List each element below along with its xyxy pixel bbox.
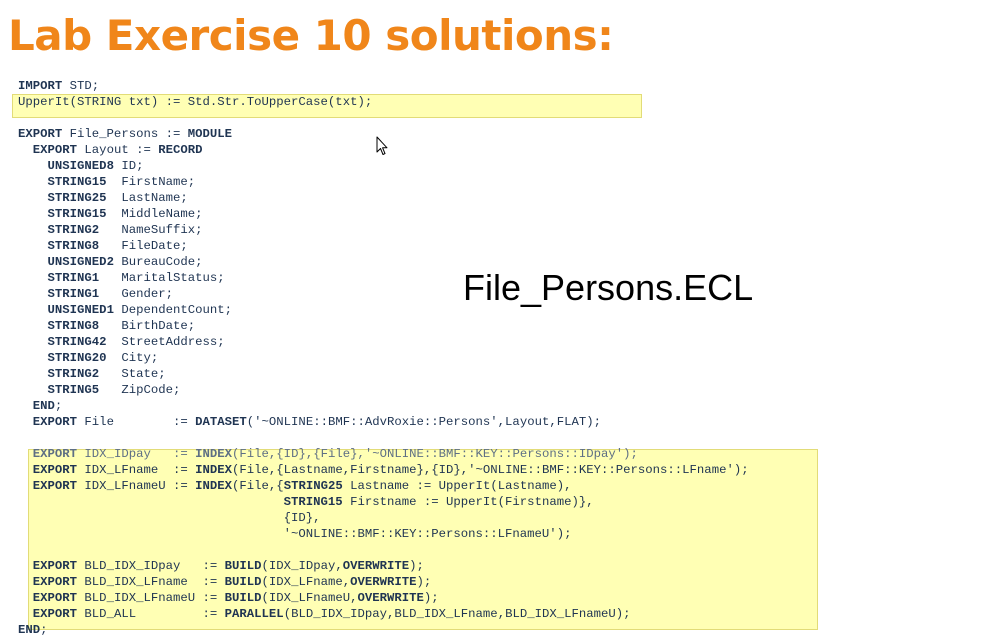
code-line: STRING15 FirstName; <box>47 175 196 189</box>
code-line: IMPORT STD; <box>18 79 100 93</box>
code-line: STRING8 BirthDate; <box>47 319 196 333</box>
slide-title: Lab Exercise 10 solutions: <box>8 11 614 60</box>
code-line: END; <box>18 623 48 637</box>
code-line: UNSIGNED8 ID; <box>47 159 144 173</box>
code-line: STRING2 State; <box>47 367 166 381</box>
code-line: STRING5 ZipCode; <box>47 383 181 397</box>
code-line: EXPORT BLD_IDX_IDpay := BUILD(IDX_IDpay,… <box>32 559 424 573</box>
mouse-pointer-icon <box>376 136 388 155</box>
code-line: EXPORT BLD_ALL := PARALLEL(BLD_IDX_IDpay… <box>32 607 631 621</box>
code-line: EXPORT BLD_IDX_LFnameU := BUILD(IDX_LFna… <box>32 591 439 605</box>
code-line: {ID}, <box>18 511 321 525</box>
code-line: EXPORT IDX_IDpay := INDEX(File,{ID},{Fil… <box>32 447 638 461</box>
code-line: '~ONLINE::BMF::KEY::Persons::LFnameU'); <box>18 527 572 541</box>
code-block: IMPORT STD; UpperIt(STRING txt) := Std.St… <box>18 78 749 638</box>
code-line: STRING2 NameSuffix; <box>47 223 203 237</box>
code-line: STRING42 StreetAddress; <box>47 335 225 349</box>
code-line: END; <box>32 399 63 413</box>
code-line: STRING15 Firstname := UpperIt(Firstname)… <box>283 495 594 509</box>
code-line: STRING25 LastName; <box>47 191 188 205</box>
code-line: EXPORT BLD_IDX_LFname := BUILD(IDX_LFnam… <box>32 575 432 589</box>
code-line: EXPORT IDX_LFnameU := INDEX(File,{STRING… <box>32 479 572 493</box>
code-line: STRING20 City; <box>47 351 159 365</box>
code-line: EXPORT File := DATASET('~ONLINE::BMF::Ad… <box>32 415 601 429</box>
file-name-label: File_Persons.ECL <box>463 267 754 308</box>
code-line: UpperIt(STRING txt) := Std.Str.ToUpperCa… <box>18 95 373 109</box>
code-line: STRING15 MiddleName; <box>47 207 203 221</box>
code-line: EXPORT IDX_LFname := INDEX(File,{Lastnam… <box>32 463 749 477</box>
code-line: STRING8 FileDate; <box>47 239 188 253</box>
